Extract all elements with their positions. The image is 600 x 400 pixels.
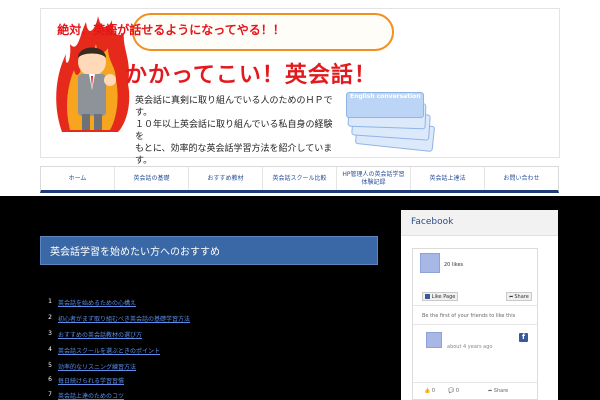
- list-number: 3: [48, 330, 52, 337]
- post-timestamp[interactable]: about 4 years ago: [447, 344, 492, 350]
- list-number: 7: [48, 391, 52, 398]
- post-comment-action[interactable]: 💬 0: [448, 388, 459, 394]
- article-link[interactable]: 英会話上達のためのコツ: [58, 391, 124, 400]
- share-icon: ➦: [509, 293, 514, 300]
- share-page-button[interactable]: ➦ Share: [506, 292, 532, 301]
- card-label: English conversation: [350, 93, 421, 100]
- nav-item-basics[interactable]: 英会話の基礎: [115, 167, 189, 190]
- article-link[interactable]: 英会話を始めるための心構え: [58, 298, 136, 307]
- like-page-label: Like Page: [431, 293, 456, 300]
- post-like-action[interactable]: 👍 0: [424, 388, 435, 394]
- article-link[interactable]: 英会話スクールを選ぶときのポイント: [58, 346, 160, 355]
- share-label: Share: [514, 293, 529, 300]
- list-number: 5: [48, 362, 52, 369]
- widget-title: Facebook: [411, 217, 454, 227]
- list-number: 6: [48, 376, 52, 383]
- article-link[interactable]: おすすめの英会話教材の選び方: [58, 330, 142, 339]
- list-number: 1: [48, 298, 52, 305]
- post-avatar-icon[interactable]: [426, 332, 442, 348]
- article-link[interactable]: 効率的なリスニング練習方法: [58, 362, 136, 371]
- divider: [413, 305, 537, 306]
- nav-item-materials[interactable]: おすすめ教材: [189, 167, 263, 190]
- like-page-button[interactable]: Like Page: [422, 292, 458, 301]
- nav-item-contact[interactable]: お問い合わせ: [485, 167, 558, 190]
- global-nav: ホーム 英会話の基礎 おすすめ教材 英会話スクール比較 HP管理人の英会話学習体…: [40, 166, 559, 193]
- site-title[interactable]: かかってこい！英会話！: [125, 57, 377, 89]
- list-number: 2: [48, 314, 52, 321]
- facebook-logo-icon: f: [519, 333, 528, 342]
- like-count: 0: [431, 388, 436, 394]
- post-title: 英会話学習を始めたい方へのおすすめ: [50, 247, 220, 258]
- description-line: １０年以上英会話に取り組んでいる私自身の経験を: [135, 120, 333, 142]
- nav-item-home[interactable]: ホーム: [41, 167, 115, 190]
- article-link[interactable]: 毎日続けられる学習習慣: [58, 376, 124, 385]
- post-share-label: Share: [493, 388, 509, 394]
- site-description: 英会話に真剣に取り組んでいる人のためのＨＰです。 １０年以上英会話に取り組んでい…: [135, 95, 335, 167]
- friends-like-text: Be the first of your friends to like thi…: [422, 313, 516, 319]
- divider: [413, 324, 537, 325]
- post-share-action[interactable]: ➦ Share: [488, 388, 508, 394]
- page-likes: 20 likes: [444, 262, 464, 268]
- nav-item-diary[interactable]: HP管理人の英会話学習体験記録: [337, 167, 411, 190]
- facebook-f-icon: [424, 294, 430, 299]
- article-link[interactable]: 初心者がまず取り組むべき英会話の基礎学習方法: [58, 314, 190, 323]
- page-avatar-icon[interactable]: [420, 253, 440, 273]
- nav-item-schools[interactable]: 英会話スクール比較: [263, 167, 337, 190]
- comment-count: 0: [455, 388, 460, 394]
- description-line: 英会話に真剣に取り組んでいる人のためのＨＰです。: [135, 96, 333, 118]
- list-number: 4: [48, 346, 52, 353]
- description-line: もとに、効率的な英会話学習方法を紹介しています。: [135, 144, 333, 166]
- divider: [413, 382, 537, 383]
- slogan-text: 絶対、英語が話せるようになってやる！！: [57, 23, 285, 37]
- nav-item-tips[interactable]: 英会話上達法: [411, 167, 485, 190]
